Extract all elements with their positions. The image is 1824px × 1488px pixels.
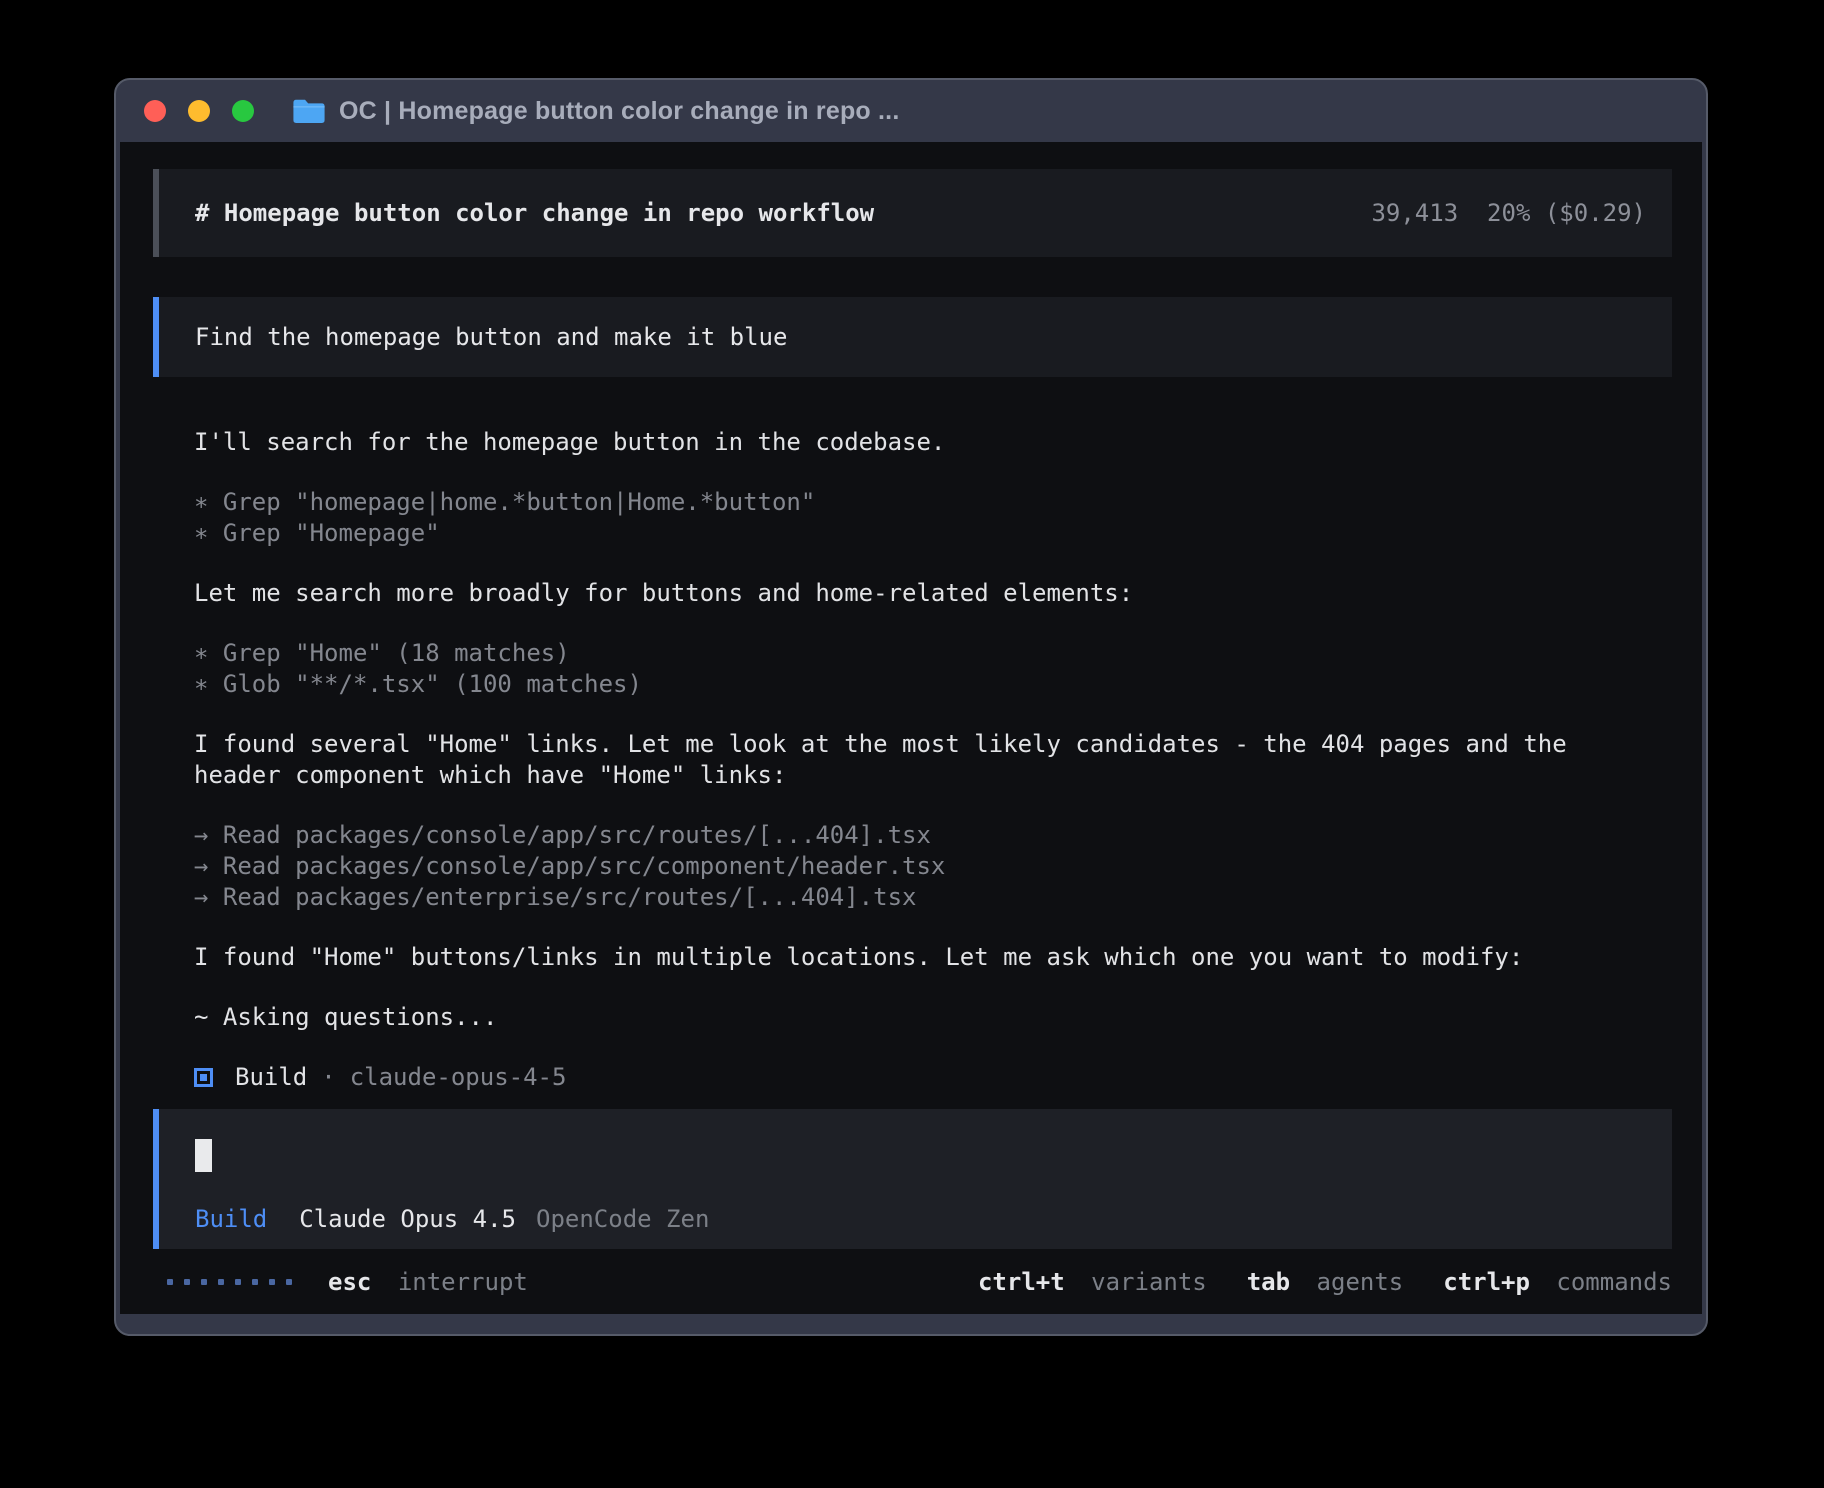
- agent-status-line: Build · claude-opus-4-5: [194, 1062, 1672, 1093]
- status-bar-right: ctrl+t variants tab agents ctrl+p comman…: [978, 1268, 1672, 1296]
- tool-call-read: → Read packages/console/app/src/routes/[…: [194, 820, 1672, 851]
- hint-key-ctrl-p: ctrl+p: [1443, 1268, 1530, 1296]
- hint-key-esc: esc: [328, 1268, 371, 1296]
- input-mode-label: Build: [195, 1205, 267, 1233]
- folder-icon: [292, 98, 326, 125]
- tool-call-read: → Read packages/enterprise/src/routes/[.…: [194, 882, 1672, 913]
- assistant-text: I'll search for the homepage button in t…: [194, 427, 1672, 458]
- hint-agents: tab agents: [1247, 1268, 1404, 1296]
- agent-badge-icon: [194, 1068, 213, 1087]
- hint-interrupt: esc interrupt: [328, 1268, 528, 1296]
- traffic-lights: [144, 100, 254, 122]
- minimize-button[interactable]: [188, 100, 210, 122]
- hint-label-commands: commands: [1556, 1268, 1672, 1296]
- hint-label-agents: agents: [1317, 1268, 1404, 1296]
- terminal-content: # Homepage button color change in repo w…: [120, 142, 1702, 1314]
- assistant-text: I found "Home" buttons/links in multiple…: [194, 942, 1672, 973]
- tool-call-read: → Read packages/console/app/src/componen…: [194, 851, 1672, 882]
- text-cursor: [195, 1139, 212, 1172]
- assistant-text: I found several "Home" links. Let me loo…: [194, 729, 1672, 791]
- close-button[interactable]: [144, 100, 166, 122]
- separator-dot: ·: [321, 1062, 335, 1093]
- terminal-window: OC | Homepage button color change in rep…: [114, 78, 1708, 1336]
- window-title: OC | Homepage button color change in rep…: [339, 97, 899, 126]
- status-bar: esc interrupt ctrl+t variants tab agents…: [153, 1249, 1672, 1314]
- status-bar-left: esc interrupt: [167, 1268, 528, 1296]
- hint-key-tab: tab: [1247, 1268, 1290, 1296]
- tool-call-group: → Read packages/console/app/src/routes/[…: [194, 820, 1672, 913]
- agent-model: claude-opus-4-5: [350, 1062, 567, 1093]
- agent-name: Build: [235, 1062, 307, 1093]
- progress-spinner-dots: [167, 1279, 292, 1285]
- hint-variants: ctrl+t variants: [978, 1268, 1207, 1296]
- tool-call-grep: ∗ Grep "Homepage": [194, 518, 1672, 549]
- zoom-button[interactable]: [232, 100, 254, 122]
- user-message-text: Find the homepage button and make it blu…: [195, 323, 787, 351]
- assistant-text: Let me search more broadly for buttons a…: [194, 578, 1672, 609]
- tool-call-group: ∗ Grep "homepage|home.*button|Home.*butt…: [194, 487, 1672, 549]
- session-title: # Homepage button color change in repo w…: [195, 199, 874, 227]
- input-provider-label: OpenCode Zen: [536, 1205, 709, 1233]
- input-meta-row: Build Claude Opus 4.5 OpenCode Zen: [195, 1205, 1672, 1233]
- assistant-status-text: ~ Asking questions...: [194, 1002, 1672, 1033]
- session-header: # Homepage button color change in repo w…: [153, 169, 1672, 257]
- session-token-stats: 39,413 20% ($0.29): [1371, 199, 1646, 227]
- user-message: Find the homepage button and make it blu…: [153, 297, 1672, 377]
- tool-call-grep: ∗ Grep "Home" (18 matches): [194, 638, 1672, 669]
- tool-call-grep: ∗ Grep "homepage|home.*button|Home.*butt…: [194, 487, 1672, 518]
- window-titlebar[interactable]: OC | Homepage button color change in rep…: [116, 80, 1706, 142]
- tool-call-group: ∗ Grep "Home" (18 matches) ∗ Glob "**/*.…: [194, 638, 1672, 700]
- input-model-label: Claude Opus 4.5: [299, 1205, 516, 1233]
- hint-commands: ctrl+p commands: [1443, 1268, 1672, 1296]
- hint-label-interrupt: interrupt: [398, 1268, 528, 1296]
- chat-transcript: I'll search for the homepage button in t…: [194, 427, 1672, 1093]
- hint-label-variants: variants: [1091, 1268, 1207, 1296]
- hint-key-ctrl-t: ctrl+t: [978, 1268, 1065, 1296]
- tool-call-glob: ∗ Glob "**/*.tsx" (100 matches): [194, 669, 1672, 700]
- prompt-input[interactable]: Build Claude Opus 4.5 OpenCode Zen: [153, 1109, 1672, 1249]
